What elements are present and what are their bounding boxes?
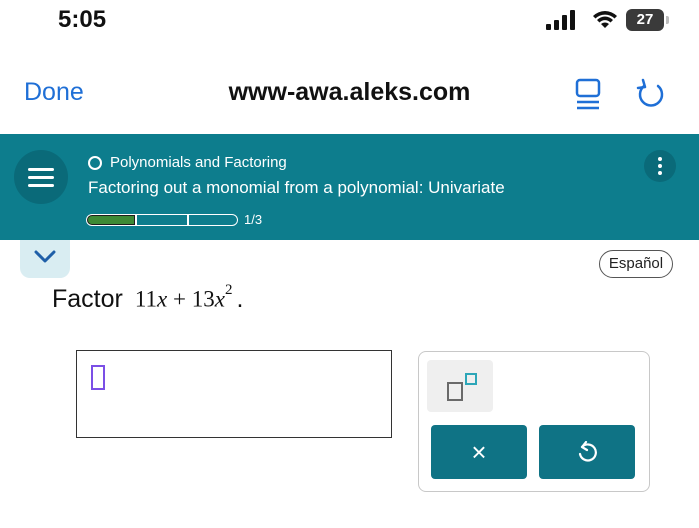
progress-row: 1/3 xyxy=(86,212,262,227)
clear-button[interactable]: × xyxy=(431,425,527,479)
status-time: 5:05 xyxy=(58,6,107,33)
menu-button[interactable] xyxy=(14,150,68,204)
progress-segment xyxy=(136,213,188,226)
progress-fill xyxy=(88,215,134,224)
undo-icon xyxy=(578,441,597,462)
exponent-button[interactable] xyxy=(427,360,493,412)
question-period: . xyxy=(236,285,244,313)
progress-bar xyxy=(86,213,238,226)
lesson-title: Factoring out a monomial from a polynomi… xyxy=(88,178,505,197)
undo-button[interactable] xyxy=(539,425,635,479)
coefficient-1: 11 xyxy=(134,287,158,312)
menu-bar-icon xyxy=(28,167,54,171)
math-keypad: × xyxy=(418,351,650,492)
status-bar: 5:05 27 xyxy=(0,0,699,44)
exponent: 2 xyxy=(224,282,233,299)
chevron-down-icon xyxy=(34,250,56,263)
menu-bar-icon xyxy=(28,183,54,187)
aleks-header: Polynomials and Factoring Factoring out … xyxy=(0,134,699,240)
dot-icon xyxy=(658,164,662,168)
topic-circle-icon xyxy=(88,155,102,170)
more-options-button[interactable] xyxy=(644,150,676,182)
dot-icon xyxy=(658,171,662,175)
coefficient-2: 13 xyxy=(191,287,215,312)
answer-input[interactable] xyxy=(76,350,392,438)
reload-icon[interactable] xyxy=(636,78,666,110)
progress-segment-completed xyxy=(86,213,136,226)
variable-1: x xyxy=(157,287,168,312)
menu-bar-icon xyxy=(28,175,54,179)
signal-icon xyxy=(546,10,575,30)
question-expression: 11x + 13x2 xyxy=(134,282,233,313)
progress-segment xyxy=(188,213,238,226)
topic-text: Polynomials and Factoring xyxy=(110,154,287,171)
variable-2: x xyxy=(214,287,225,312)
battery-level: 27 xyxy=(626,9,664,31)
url-text: www-awa.aleks.com xyxy=(228,78,471,106)
input-cursor-box xyxy=(91,365,105,390)
wifi-icon xyxy=(593,11,617,28)
question-label: Factor xyxy=(52,285,123,313)
battery-cap xyxy=(666,16,669,24)
language-button[interactable]: Español xyxy=(599,250,673,278)
reader-view-icon[interactable] xyxy=(575,78,601,110)
collapse-header-button[interactable] xyxy=(20,240,70,278)
progress-text: 1/3 xyxy=(244,212,263,227)
browser-bar: Done www-awa.aleks.com xyxy=(0,62,699,126)
question-prompt: Factor 11x + 13x2 . xyxy=(52,282,244,314)
exponent-base-icon xyxy=(447,382,463,401)
operator: + xyxy=(172,287,186,312)
topic-row: Polynomials and Factoring xyxy=(88,154,287,171)
dot-icon xyxy=(658,157,662,161)
battery-icon: 27 xyxy=(626,9,670,31)
exponent-power-icon xyxy=(465,373,477,385)
